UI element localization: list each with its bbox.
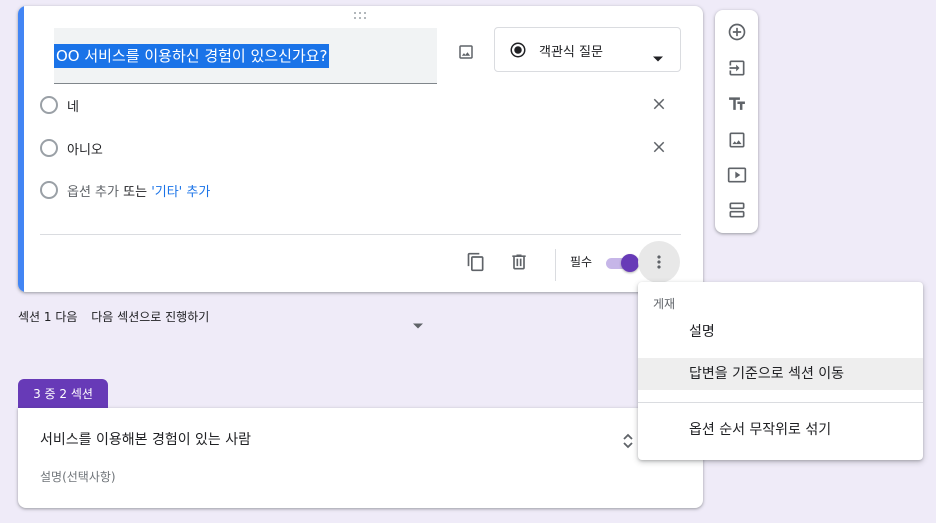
menu-divider [638,402,923,403]
trash-icon[interactable] [505,248,533,276]
add-option-row[interactable]: 옵션 추가 또는 '기타' 추가 [40,178,680,202]
section-description[interactable]: 설명(선택사항) [40,468,116,485]
required-toggle[interactable] [604,254,640,272]
section-icon[interactable] [723,196,751,224]
add-circle-icon[interactable] [723,18,751,46]
floating-toolbar [715,10,758,233]
collapse-icon[interactable] [621,432,635,454]
add-option-link[interactable]: 옵션 추가 [67,185,119,200]
option-label[interactable]: 네 [67,96,79,115]
caret-down-icon[interactable] [413,314,423,333]
toggle-knob [621,254,639,272]
option-label[interactable]: 아니오 [67,139,103,158]
question-title-field[interactable]: OO 서비스를 이용하신 경험이 있으신가요? [54,28,437,84]
menu-item-description[interactable]: 설명 [638,316,923,348]
question-card[interactable]: OO 서비스를 이용하신 경험이 있으신가요? 객관식 질문 네 아니오 옵션 … [18,6,703,292]
menu-header: 게재 [653,297,676,311]
after-section-select[interactable]: 섹션 1 다음 다음 섹션으로 진행하기 [18,308,209,325]
drag-handle-icon[interactable] [354,12,368,20]
radio-button-icon [40,139,58,157]
section-title[interactable]: 서비스를 이용해본 경험이 있는 사람 [40,429,251,449]
add-option-or: 또는 [123,185,148,200]
image-icon[interactable] [452,38,480,66]
section-card[interactable]: 서비스를 이용해본 경험이 있는 사람 설명(선택사항) [18,408,703,508]
option-row[interactable]: 아니오 [40,136,680,160]
close-icon[interactable] [650,95,668,117]
close-icon[interactable] [650,138,668,160]
more-vert-icon[interactable] [638,241,680,283]
add-other-link[interactable]: '기타' 추가 [151,185,210,200]
copy-icon[interactable] [462,248,490,276]
footer-vertical-divider [555,249,556,281]
caret-down-icon [653,47,663,66]
menu-item-shuffle-options[interactable]: 옵션 순서 무작위로 섞기 [638,414,923,446]
import-icon[interactable] [723,54,751,82]
text-title-icon[interactable] [723,90,751,118]
radio-button-icon [509,41,527,63]
required-label: 필수 [570,255,593,269]
menu-item-go-to-section[interactable]: 답변을 기준으로 섹션 이동 [638,358,923,390]
video-icon[interactable] [723,161,751,189]
image-icon[interactable] [723,126,751,154]
question-type-select[interactable]: 객관식 질문 [494,27,681,72]
section-tab: 3 중 2 섹션 [18,379,108,408]
question-type-label: 객관식 질문 [539,45,603,60]
more-options-menu: 게재 설명 답변을 기준으로 섹션 이동 옵션 순서 무작위로 섞기 [638,282,923,460]
option-row[interactable]: 네 [40,93,680,117]
active-indicator [18,6,24,292]
after-section-label: 섹션 1 다음 [18,310,78,324]
radio-button-icon [40,181,58,199]
radio-button-icon [40,96,58,114]
after-section-value[interactable]: 다음 섹션으로 진행하기 [91,310,209,324]
question-title-text: OO 서비스를 이용하신 경험이 있으신가요? [54,44,330,68]
footer-divider [40,234,681,235]
